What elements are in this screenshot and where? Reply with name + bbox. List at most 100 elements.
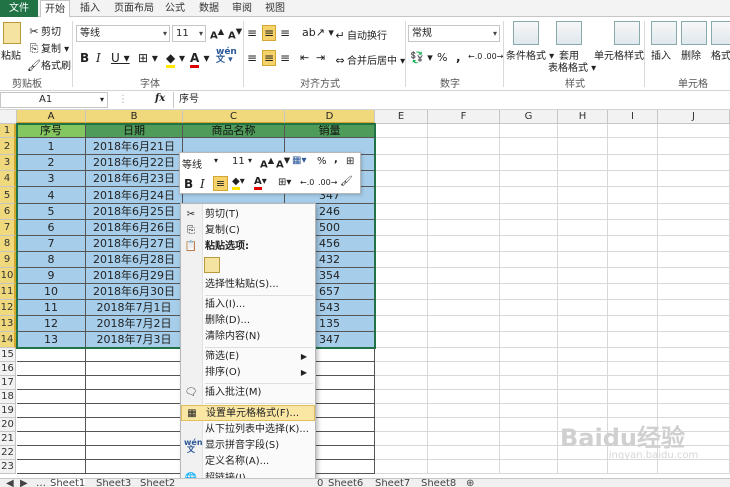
table-cell[interactable] bbox=[86, 362, 183, 376]
table-cell[interactable] bbox=[558, 187, 608, 204]
formula-bar-options-icon[interactable]: ⋮ bbox=[118, 94, 128, 105]
align-left-button[interactable]: ≡ bbox=[247, 51, 257, 65]
delete-cells-icon[interactable] bbox=[681, 21, 707, 45]
table-cell[interactable] bbox=[86, 404, 183, 418]
table-cell[interactable] bbox=[375, 236, 428, 252]
table-cell[interactable] bbox=[86, 460, 183, 474]
table-cell[interactable]: 2018年6月23日 bbox=[86, 171, 183, 187]
table-cell[interactable] bbox=[558, 390, 608, 404]
orientation-button[interactable]: ab↗ ▾ bbox=[302, 26, 334, 39]
table-cell[interactable] bbox=[558, 348, 608, 362]
tab-formulas[interactable]: 公式 bbox=[161, 0, 189, 17]
column-header-d[interactable]: D bbox=[285, 110, 375, 124]
row-header[interactable]: 22 bbox=[0, 446, 16, 460]
mini-bold-button[interactable]: B bbox=[184, 177, 193, 191]
table-cell[interactable]: 4 bbox=[17, 187, 86, 204]
table-cell[interactable]: 2018年6月26日 bbox=[86, 220, 183, 236]
italic-button[interactable]: I bbox=[96, 51, 101, 65]
table-cell[interactable] bbox=[17, 348, 86, 362]
table-cell[interactable] bbox=[658, 236, 730, 252]
table-cell[interactable] bbox=[608, 138, 658, 155]
table-cell[interactable] bbox=[608, 155, 658, 171]
column-header-j[interactable]: J bbox=[658, 110, 730, 124]
table-cell[interactable] bbox=[428, 376, 500, 390]
table-cell[interactable] bbox=[375, 268, 428, 284]
table-cell[interactable] bbox=[375, 332, 428, 348]
table-cell[interactable] bbox=[608, 404, 658, 418]
table-cell[interactable] bbox=[428, 124, 500, 138]
menu-item-define-name[interactable]: 定义名称(A)... bbox=[181, 454, 315, 470]
cut-button[interactable]: ✂ 剪切 bbox=[27, 23, 61, 39]
menu-item-phonetic[interactable]: wén 文显示拼音字段(S) bbox=[181, 438, 315, 454]
table-cell[interactable] bbox=[608, 376, 658, 390]
accounting-format-button[interactable]: 💱 ▾ bbox=[410, 51, 433, 64]
table-cell[interactable] bbox=[500, 348, 558, 362]
table-cell[interactable] bbox=[558, 268, 608, 284]
table-cell[interactable] bbox=[17, 446, 86, 460]
table-cell[interactable]: 3 bbox=[17, 171, 86, 187]
table-cell[interactable] bbox=[558, 300, 608, 316]
decrease-decimal-button[interactable]: .00→ bbox=[484, 52, 503, 61]
row-header[interactable]: 3 bbox=[0, 155, 16, 171]
table-cell[interactable] bbox=[500, 236, 558, 252]
format-as-table-label[interactable]: 表格格式 ▾ bbox=[548, 59, 596, 74]
table-cell[interactable] bbox=[608, 348, 658, 362]
table-cell[interactable] bbox=[608, 220, 658, 236]
table-cell[interactable] bbox=[608, 187, 658, 204]
column-header-c[interactable]: C bbox=[183, 110, 285, 124]
table-cell[interactable] bbox=[375, 460, 428, 474]
row-header[interactable]: 19 bbox=[0, 404, 16, 418]
table-cell[interactable]: 9 bbox=[17, 268, 86, 284]
table-cell[interactable] bbox=[658, 460, 730, 474]
table-cell[interactable] bbox=[608, 362, 658, 376]
table-cell[interactable] bbox=[558, 376, 608, 390]
row-header[interactable]: 7 bbox=[0, 220, 16, 236]
table-cell[interactable] bbox=[86, 390, 183, 404]
table-cell[interactable] bbox=[86, 376, 183, 390]
table-cell[interactable] bbox=[658, 171, 730, 187]
row-header[interactable]: 13 bbox=[0, 316, 16, 332]
grow-font-button[interactable]: A▲ bbox=[210, 26, 224, 41]
table-cell[interactable] bbox=[558, 124, 608, 138]
table-cell[interactable] bbox=[558, 404, 608, 418]
tab-view[interactable]: 视图 bbox=[261, 0, 289, 17]
table-cell[interactable]: 11 bbox=[17, 300, 86, 316]
table-cell[interactable] bbox=[428, 332, 500, 348]
table-cell[interactable] bbox=[608, 300, 658, 316]
tab-data[interactable]: 数据 bbox=[195, 0, 223, 17]
table-cell[interactable]: 2018年6月24日 bbox=[86, 187, 183, 204]
table-cell[interactable] bbox=[17, 390, 86, 404]
fill-color-button[interactable]: ◆ ▾ bbox=[166, 51, 185, 68]
wrap-text-button[interactable]: ↵ 自动换行 bbox=[333, 27, 387, 43]
table-cell[interactable] bbox=[428, 404, 500, 418]
table-cell[interactable] bbox=[658, 138, 730, 155]
table-cell[interactable] bbox=[608, 268, 658, 284]
table-cell[interactable] bbox=[558, 284, 608, 300]
table-cell[interactable] bbox=[608, 236, 658, 252]
table-cell[interactable] bbox=[500, 316, 558, 332]
sheet-tab[interactable]: 0 bbox=[317, 479, 323, 487]
align-bottom-button[interactable]: ≡ bbox=[280, 26, 290, 40]
table-cell[interactable] bbox=[658, 220, 730, 236]
sheet-tab[interactable]: Sheet1 bbox=[50, 479, 86, 487]
table-cell[interactable] bbox=[375, 171, 428, 187]
row-header[interactable]: 20 bbox=[0, 418, 16, 432]
select-all-corner[interactable] bbox=[0, 110, 17, 124]
format-cells-icon[interactable] bbox=[711, 21, 730, 45]
row-header[interactable]: 21 bbox=[0, 432, 16, 446]
increase-decimal-button[interactable]: ←.0 bbox=[468, 52, 482, 61]
table-cell[interactable]: 2018年6月30日 bbox=[86, 284, 183, 300]
table-cell[interactable] bbox=[86, 348, 183, 362]
table-cell[interactable] bbox=[375, 187, 428, 204]
table-cell[interactable] bbox=[608, 204, 658, 220]
format-as-table-icon[interactable] bbox=[556, 21, 582, 45]
table-cell[interactable] bbox=[500, 460, 558, 474]
table-cell[interactable] bbox=[500, 252, 558, 268]
table-cell[interactable] bbox=[375, 204, 428, 220]
mini-italic-button[interactable]: I bbox=[200, 177, 205, 191]
table-cell[interactable] bbox=[500, 446, 558, 460]
table-cell[interactable] bbox=[608, 332, 658, 348]
copy-button[interactable]: ⎘ 复制 ▾ bbox=[27, 40, 70, 56]
table-cell[interactable] bbox=[558, 316, 608, 332]
row-header[interactable]: 17 bbox=[0, 376, 16, 390]
